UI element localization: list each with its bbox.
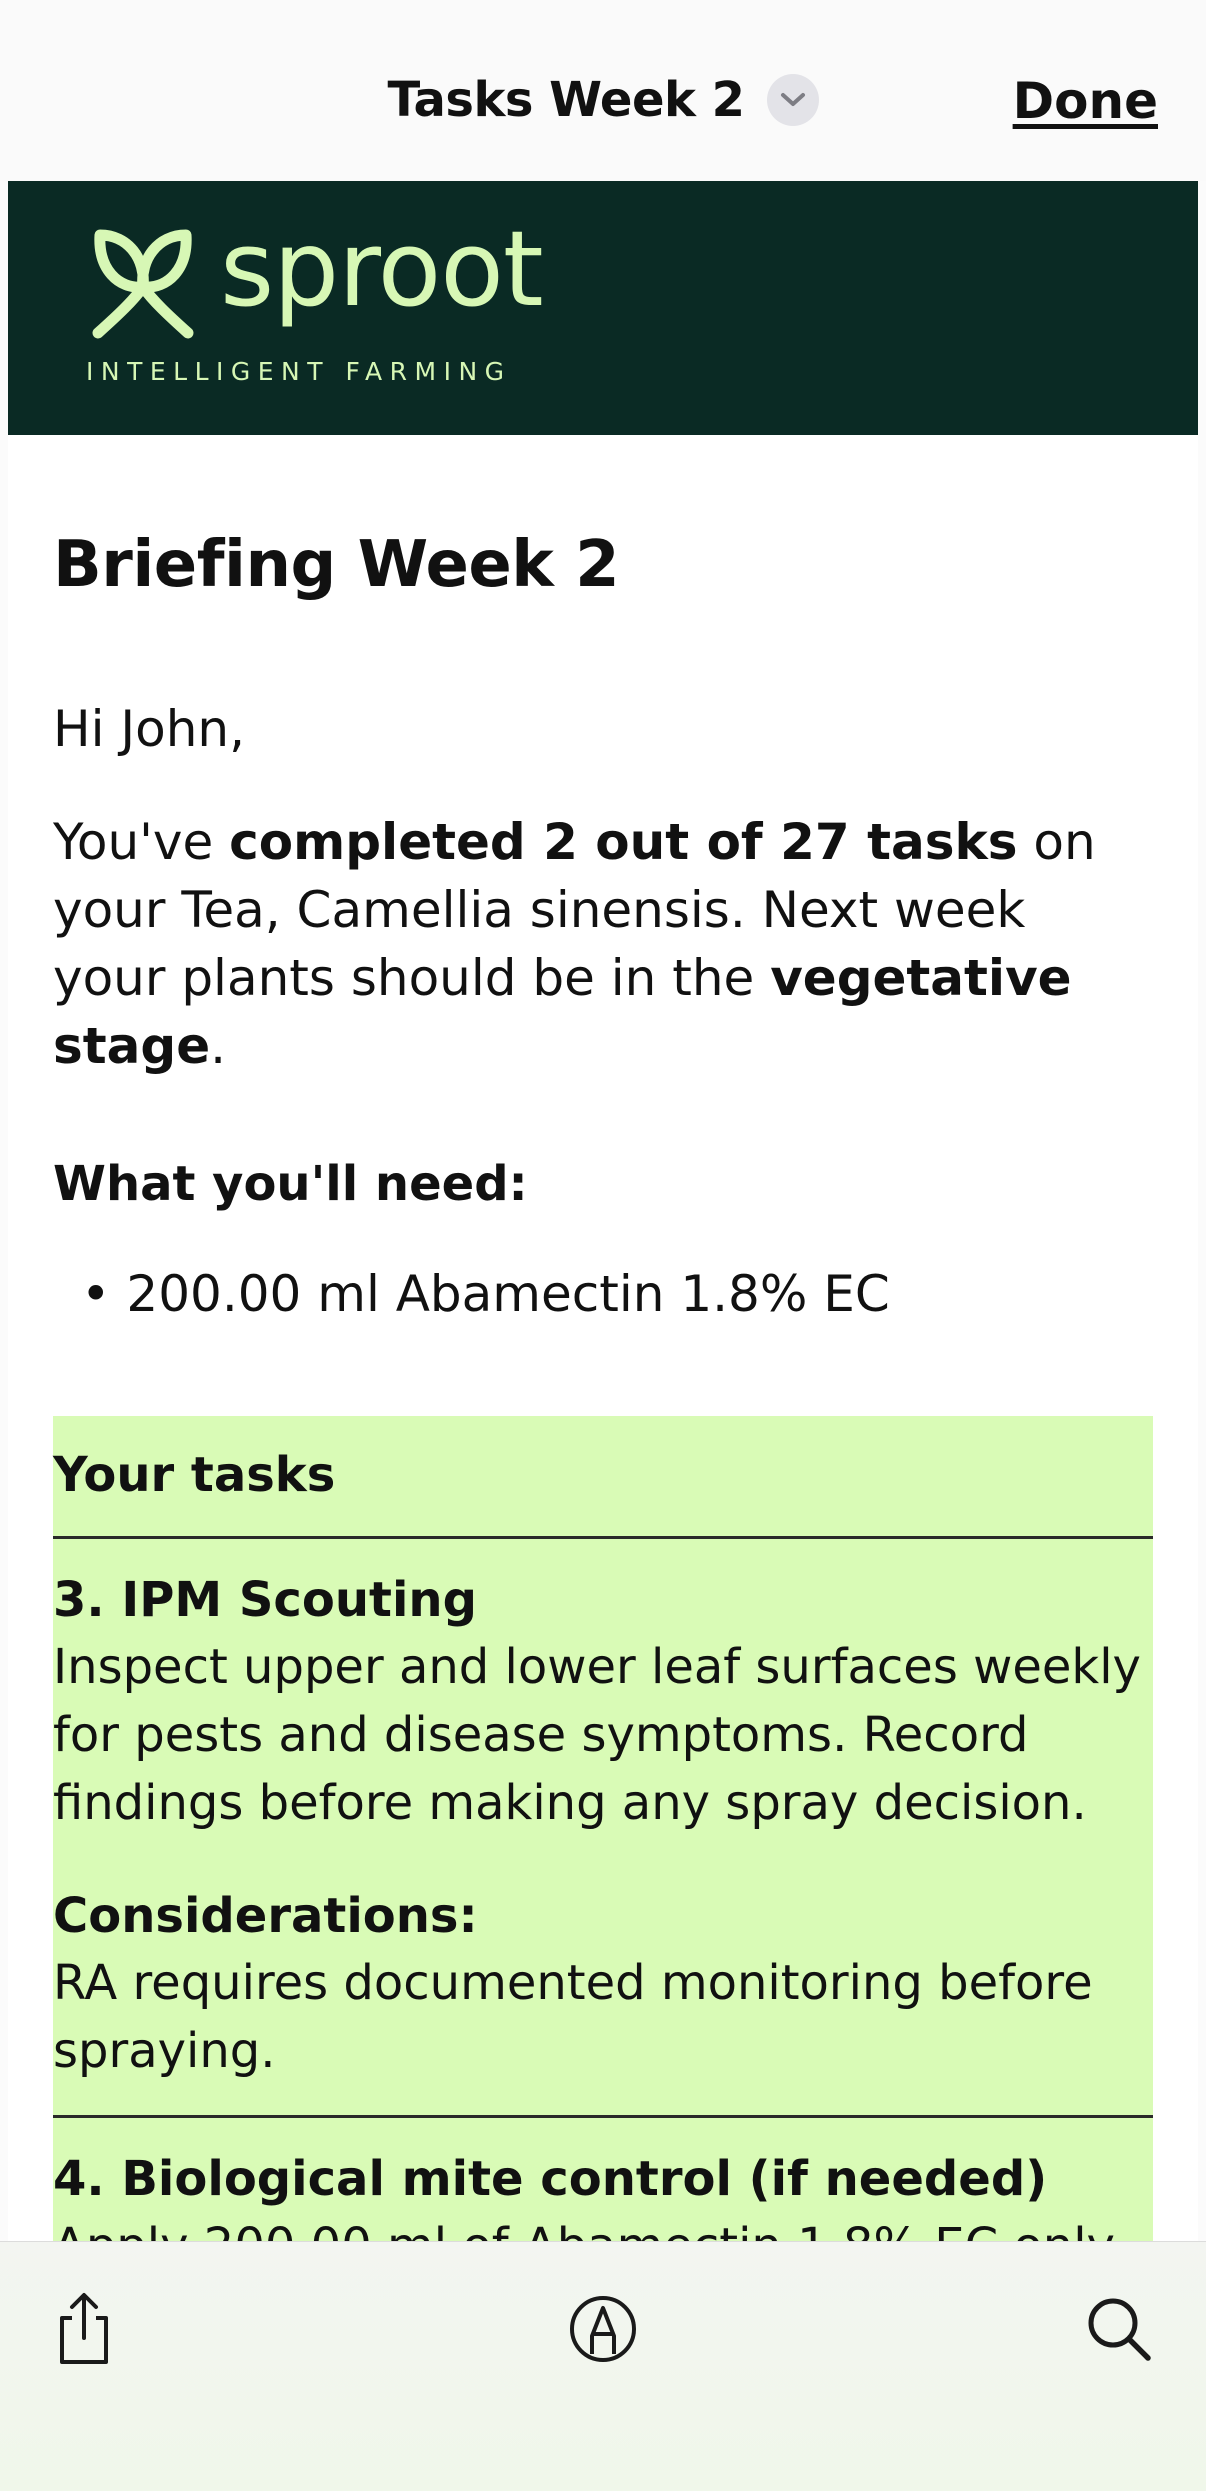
tasks-completed-count: completed 2 out of 27 tasks — [229, 813, 1018, 871]
share-icon[interactable] — [45, 2290, 123, 2368]
document-title[interactable]: Tasks Week 2 — [387, 72, 745, 128]
bottom-toolbar — [0, 2241, 1206, 2491]
document-sheet: sproot INTELLIGENT FARMING Briefing Week… — [8, 181, 1198, 2241]
task-description: Inspect upper and lower leaf surfaces we… — [53, 1639, 1141, 1831]
page-title: Briefing Week 2 — [53, 528, 620, 602]
sprout-logo-icon — [92, 229, 194, 339]
task-item: 3. IPM Scouting Inspect upper and lower … — [53, 1539, 1153, 2118]
navigation-bar: Tasks Week 2 Done — [0, 0, 1206, 181]
markup-icon[interactable] — [564, 2290, 642, 2368]
supplies-heading: What you'll need: — [53, 1156, 528, 1212]
supply-list-item: • 200.00 ml Abamectin 1.8% EC — [81, 1265, 890, 1323]
considerations-heading: Considerations: — [53, 1888, 478, 1944]
search-icon[interactable] — [1080, 2290, 1158, 2368]
progress-summary: You've completed 2 out of 27 tasks on yo… — [53, 813, 1096, 1075]
brand-header: sproot INTELLIGENT FARMING — [8, 181, 1198, 435]
task-description: Apply 200.00 ml of Abamectin 1.8% EC onl… — [53, 2212, 1153, 2241]
considerations-text: RA requires documented monitoring before… — [53, 1955, 1093, 2079]
greeting: Hi John, — [53, 700, 245, 758]
task-item: 4. Biological mite control (if needed) A… — [53, 2118, 1153, 2241]
briefing-content: Briefing Week 2 Hi John, You've complete… — [8, 533, 1198, 2241]
brand-name: sproot — [220, 208, 544, 330]
chevron-down-icon[interactable] — [766, 74, 819, 126]
tasks-table: Your tasks 3. IPM Scouting Inspect upper… — [53, 1416, 1153, 2241]
done-button[interactable]: Done — [1013, 72, 1158, 130]
brand-tagline: INTELLIGENT FARMING — [86, 357, 512, 386]
task-title: 3. IPM Scouting — [53, 1572, 477, 1628]
tasks-heading: Your tasks — [53, 1416, 1153, 1539]
task-title: 4. Biological mite control (if needed) — [53, 2151, 1048, 2207]
